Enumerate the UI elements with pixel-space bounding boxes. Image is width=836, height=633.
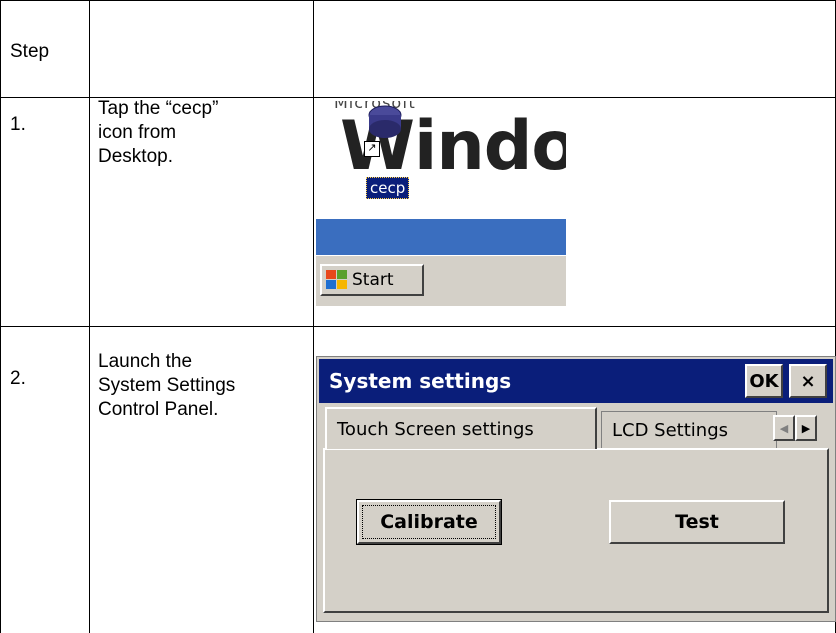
scroll-right-icon[interactable]: ▶ [795,415,817,441]
table-border-left [0,0,1,633]
cecp-icon-label[interactable]: cecp [366,177,410,199]
start-button[interactable]: Start [320,264,424,296]
shortcut-arrow-icon: ↗ [364,141,380,157]
system-settings-dialog: System settings OK × Touch Screen settin… [316,356,836,622]
desktop-screenshot: Microsoft Windo ↗ cecp Start [316,101,566,306]
table-row-divider [0,326,836,327]
step-number: 2. [10,368,26,389]
step-instruction: Tap the “cecp” icon from Desktop. [98,98,219,167]
step-number: 1. [10,114,26,135]
windows-logo-icon [326,270,348,290]
tab-lcd-settings[interactable]: LCD Settings [601,411,777,449]
scroll-left-icon[interactable]: ◀ [773,415,795,441]
column-header-step: Step [10,41,50,62]
tab-touch-screen-settings[interactable]: Touch Screen settings [325,407,597,449]
calibrate-button[interactable]: Calibrate [357,500,501,544]
table-column-divider [89,0,90,633]
step-instruction: Launch the System Settings Control Panel… [98,351,236,420]
test-button[interactable]: Test [609,500,785,544]
table-border-top [0,0,836,1]
taskbar: Start [316,255,566,306]
dialog-titlebar: System settings OK × [319,359,833,403]
cecp-icon[interactable] [368,103,402,143]
close-button[interactable]: × [789,364,827,398]
start-label: Start [352,270,394,290]
desktop-background [316,219,566,255]
table-column-divider [313,0,314,633]
ok-button[interactable]: OK [745,364,783,398]
tab-scroll-arrows: ◀ ▶ [773,415,817,441]
dialog-title: System settings [329,369,512,393]
